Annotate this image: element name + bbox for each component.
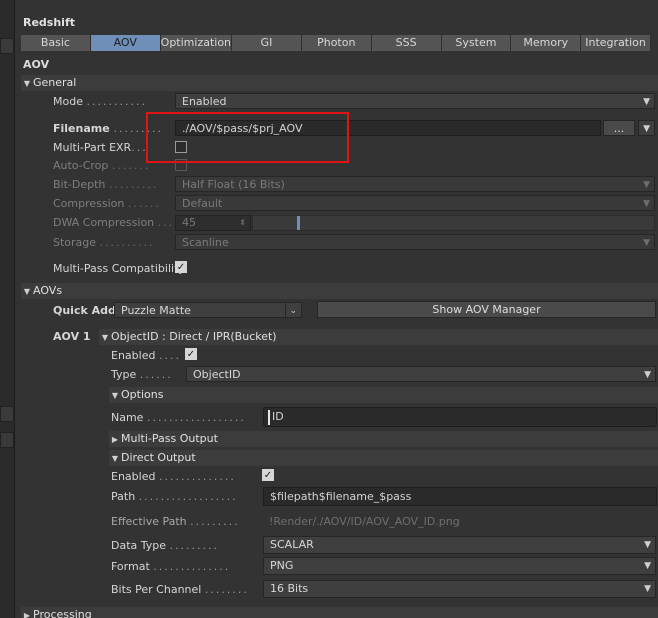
collapse-triangle-icon: ▼ — [23, 287, 31, 296]
bpc-dropdown[interactable]: 16 Bits ▼ — [263, 580, 656, 598]
tab-system[interactable]: System — [441, 35, 512, 51]
options-header-label: Options — [121, 388, 164, 401]
path-label: Path .................. — [111, 490, 238, 503]
tab-sss[interactable]: SSS — [371, 35, 442, 51]
group-aovs-label: AOVs — [33, 284, 63, 297]
multipass-output-header[interactable]: ▶ Multi-Pass Output — [109, 431, 658, 447]
tab-aov[interactable]: AOV — [90, 35, 161, 51]
format-dropdown[interactable]: PNG ▼ — [263, 557, 656, 575]
path-input[interactable]: $filepath$filename_$pass — [263, 487, 657, 506]
filename-options-dropdown[interactable]: ▼ — [638, 120, 655, 136]
left-panel-strip — [0, 0, 15, 618]
panel-divider — [14, 0, 15, 618]
highlight-rectangle — [146, 112, 349, 163]
aov-enabled-checkbox[interactable]: ✓ — [185, 348, 197, 360]
show-aov-manager-button[interactable]: Show AOV Manager — [317, 301, 656, 318]
browse-button[interactable]: ... — [603, 120, 635, 136]
tab-basic[interactable]: Basic — [21, 35, 91, 51]
chevron-down-icon: ▼ — [644, 561, 651, 571]
collapse-triangle-icon: ▼ — [101, 333, 109, 342]
collapse-triangle-icon: ▼ — [111, 454, 119, 463]
group-processing-header[interactable]: ▶ Processing — [21, 607, 658, 618]
name-input[interactable]: ID — [263, 407, 657, 427]
aov1-header-label: ObjectID : Direct / IPR(Bucket) — [111, 330, 277, 343]
chevron-down-icon: ▼ — [643, 199, 650, 209]
chevron-down-icon: ▼ — [644, 540, 651, 550]
storage-dropdown[interactable]: Scanline ▼ — [175, 234, 655, 250]
text-cursor — [268, 410, 270, 425]
chevron-down-icon: ▼ — [643, 180, 650, 190]
data-type-label: Data Type ......... — [111, 539, 220, 552]
dwa-compression-slider[interactable] — [252, 215, 655, 231]
name-label: Name .................. — [111, 411, 246, 424]
quick-add-dropdown[interactable]: Puzzle Matte ⌄ — [114, 302, 302, 319]
effective-path-label: Effective Path ......... — [111, 515, 240, 528]
multipass-output-label: Multi-Pass Output — [121, 432, 218, 445]
multipass-compat-label: Multi-Pass Compatibility — [53, 262, 185, 275]
options-header[interactable]: ▼ Options — [109, 387, 658, 403]
chevron-down-icon: ▼ — [643, 238, 650, 248]
dwa-compression-label: DWA Compression ... — [53, 216, 175, 229]
do-enabled-label: Enabled .............. — [111, 470, 236, 483]
collapse-triangle-icon: ▼ — [111, 391, 119, 400]
left-strip-button[interactable] — [0, 406, 14, 422]
bitdepth-label: Bit-Depth ......... — [53, 178, 159, 191]
expand-triangle-icon: ▶ — [111, 435, 119, 444]
effective-path-value: !Render/./AOV/ID/AOV_AOV_ID.png — [269, 515, 460, 528]
tab-gi[interactable]: GI — [232, 35, 302, 51]
direct-output-header[interactable]: ▼ Direct Output — [109, 450, 658, 466]
quick-add-label: Quick Add — [53, 304, 116, 317]
group-general-label: General — [33, 76, 77, 89]
chevron-down-icon: ▼ — [644, 370, 651, 380]
multipass-compat-checkbox[interactable]: ✓ — [175, 261, 187, 273]
do-enabled-checkbox[interactable]: ✓ — [262, 469, 274, 481]
autocrop-label: Auto-Crop ....... — [53, 159, 151, 172]
chevron-down-icon: ▼ — [644, 584, 651, 594]
aov-type-dropdown[interactable]: ObjectID ▼ — [186, 366, 656, 382]
mode-label: Mode ........... — [53, 95, 147, 108]
dwa-compression-input[interactable]: 45 ⬍ — [175, 215, 251, 231]
compression-label: Compression ...... — [53, 197, 161, 210]
mode-dropdown[interactable]: Enabled ▼ — [175, 93, 655, 109]
format-label: Format .............. — [111, 560, 231, 573]
data-type-dropdown[interactable]: SCALAR ▼ — [263, 536, 656, 554]
bitdepth-dropdown[interactable]: Half Float (16 Bits) ▼ — [175, 176, 655, 192]
multipart-exr-label: Multi-Part EXR... — [53, 141, 148, 154]
tab-integration[interactable]: Integration — [581, 35, 651, 51]
chevron-down-icon: ▼ — [643, 124, 650, 134]
aov-enabled-label: Enabled .... — [111, 349, 181, 362]
spinner-arrows-icon: ⬍ — [239, 218, 246, 227]
collapse-triangle-icon: ▼ — [23, 79, 31, 88]
tab-memory[interactable]: Memory — [511, 35, 582, 51]
tab-optimization[interactable]: Optimization — [160, 35, 233, 51]
expand-triangle-icon: ▶ — [23, 611, 31, 618]
panel-title: Redshift — [23, 16, 75, 29]
group-aovs-header[interactable]: ▼ AOVs — [21, 283, 658, 299]
slider-knob[interactable] — [297, 216, 300, 230]
aov-type-label: Type ...... — [111, 368, 173, 381]
chevron-down-icon: ▼ — [643, 97, 650, 107]
aov1-label: AOV 1 — [53, 330, 91, 343]
aov1-header[interactable]: ▼ ObjectID : Direct / IPR(Bucket) — [99, 329, 658, 345]
left-strip-field[interactable] — [0, 432, 14, 448]
storage-label: Storage .......... — [53, 236, 155, 249]
section-title: AOV — [23, 58, 50, 71]
compression-dropdown[interactable]: Default ▼ — [175, 195, 655, 211]
chevron-down-icon: ⌄ — [285, 303, 297, 319]
left-strip-tab[interactable] — [0, 38, 14, 54]
group-general-header[interactable]: ▼ General — [21, 75, 658, 91]
direct-output-label: Direct Output — [121, 451, 196, 464]
tab-photon[interactable]: Photon — [301, 35, 372, 51]
group-processing-label: Processing — [33, 608, 92, 618]
tab-bar: Basic AOV Optimization GI Photon SSS Sys… — [21, 35, 651, 51]
bpc-label: Bits Per Channel ........ — [111, 583, 249, 596]
